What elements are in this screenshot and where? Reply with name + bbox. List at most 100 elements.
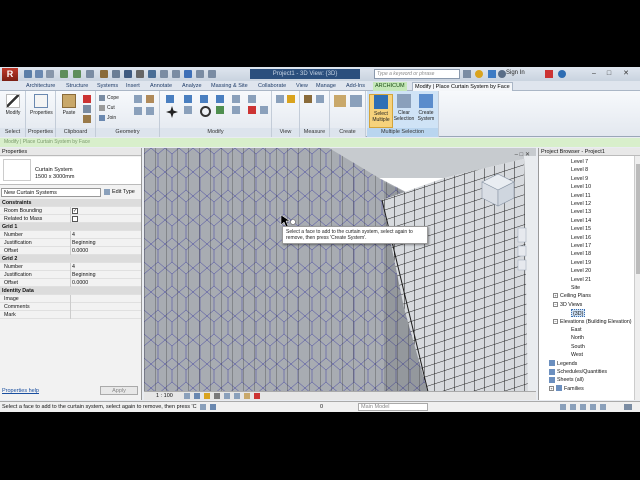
tab-analyze[interactable]: Analyze bbox=[182, 82, 202, 91]
shadows-icon[interactable] bbox=[214, 393, 220, 399]
delete-icon[interactable] bbox=[248, 106, 256, 114]
browser-item-families[interactable]: + Families bbox=[549, 385, 584, 393]
mirror-draw-icon[interactable] bbox=[216, 95, 224, 103]
tab-systems[interactable]: Systems bbox=[97, 82, 118, 91]
align-icon[interactable] bbox=[166, 95, 174, 103]
select-pinned-icon[interactable] bbox=[580, 404, 586, 410]
property-category[interactable]: Identity Data bbox=[0, 287, 141, 295]
worksets-icon[interactable] bbox=[200, 404, 206, 410]
sun-path-icon[interactable] bbox=[204, 393, 210, 399]
browser-item-3d-views[interactable]: −3D Views bbox=[553, 301, 582, 309]
panel-select-label[interactable]: Select bbox=[0, 128, 25, 137]
rotate-icon[interactable] bbox=[200, 106, 211, 117]
3d-view-icon[interactable] bbox=[148, 70, 156, 78]
browser-item-level[interactable]: Level 10 bbox=[571, 183, 591, 191]
browser-item-level[interactable]: Level 14 bbox=[571, 217, 591, 225]
move-icon[interactable] bbox=[166, 106, 178, 118]
thin-lines-icon[interactable] bbox=[172, 70, 180, 78]
browser-item-sheets[interactable]: Sheets (all) bbox=[549, 376, 584, 384]
tab-annotate[interactable]: Annotate bbox=[150, 82, 172, 91]
paste-button[interactable]: Paste bbox=[58, 94, 80, 116]
search-icon[interactable] bbox=[463, 70, 471, 78]
pin-icon[interactable] bbox=[260, 106, 268, 114]
property-value[interactable]: 4 bbox=[72, 263, 75, 271]
sign-in-button[interactable]: Sign In bbox=[506, 70, 525, 76]
property-value[interactable]: 4 bbox=[72, 231, 75, 239]
copy-element-icon[interactable] bbox=[184, 106, 192, 114]
select-links-icon[interactable] bbox=[560, 404, 566, 410]
browser-item-legends[interactable]: Legends bbox=[549, 360, 577, 368]
property-row[interactable]: Justification Beginning bbox=[0, 239, 141, 247]
browser-item-level[interactable]: Level 20 bbox=[571, 267, 591, 275]
create-system-button[interactable]: Create System bbox=[415, 94, 437, 122]
sync-icon[interactable] bbox=[46, 70, 54, 78]
browser-item-level[interactable]: Level 9 bbox=[571, 175, 588, 183]
trim-icon[interactable] bbox=[216, 106, 224, 114]
create-assembly-icon[interactable] bbox=[334, 95, 346, 107]
detail-level-icon[interactable] bbox=[184, 393, 190, 399]
tab-insert[interactable]: Insert bbox=[126, 82, 140, 91]
close-hidden-windows-icon[interactable] bbox=[184, 70, 192, 78]
tab-structure[interactable]: Structure bbox=[66, 82, 88, 91]
browser-item-schedules[interactable]: Schedules/Quantities bbox=[549, 368, 607, 376]
property-row[interactable]: Justification Beginning bbox=[0, 271, 141, 279]
array-icon[interactable] bbox=[232, 106, 240, 114]
property-row[interactable]: Image bbox=[0, 295, 141, 303]
browser-item-level[interactable]: Level 12 bbox=[571, 200, 591, 208]
expand-toggle-icon[interactable]: − bbox=[553, 318, 558, 324]
tab-collaborate[interactable]: Collaborate bbox=[258, 82, 286, 91]
drag-elements-icon[interactable] bbox=[600, 404, 606, 410]
property-row[interactable]: Number 4 bbox=[0, 231, 141, 239]
tab-add-ins[interactable]: Add-Ins bbox=[346, 82, 365, 91]
browser-item-elevation[interactable]: West bbox=[571, 351, 583, 359]
join-button[interactable]: Join bbox=[99, 114, 116, 122]
print-icon[interactable] bbox=[86, 70, 94, 78]
tab-architecture[interactable]: Architecture bbox=[26, 82, 55, 91]
user-icon[interactable] bbox=[498, 70, 506, 78]
aligned-dimension-icon[interactable] bbox=[316, 95, 324, 103]
mirror-icon[interactable] bbox=[200, 95, 208, 103]
split-face-icon[interactable] bbox=[134, 95, 142, 103]
temporary-hide-icon[interactable] bbox=[244, 393, 250, 399]
browser-item-3d-view[interactable]: {3D} bbox=[571, 309, 586, 318]
property-row[interactable]: Related to Mass bbox=[0, 215, 141, 223]
property-value[interactable]: Beginning bbox=[72, 239, 96, 247]
tab-view[interactable]: View bbox=[296, 82, 308, 91]
cut-icon[interactable] bbox=[83, 95, 91, 103]
browser-item-ceiling-plans[interactable]: + Ceiling Plans bbox=[553, 292, 591, 300]
dimension-icon[interactable] bbox=[112, 70, 120, 78]
property-row[interactable]: Mark bbox=[0, 311, 141, 319]
property-checkbox[interactable] bbox=[72, 216, 78, 222]
switch-windows-icon[interactable] bbox=[196, 70, 204, 78]
browser-item-elevation[interactable]: East bbox=[571, 326, 582, 334]
design-options-icon[interactable] bbox=[210, 404, 216, 410]
property-row[interactable]: Room Bounding ✓ bbox=[0, 207, 141, 215]
select-by-face-icon[interactable] bbox=[590, 404, 596, 410]
navigation-bar[interactable] bbox=[517, 227, 527, 271]
undo-icon[interactable] bbox=[60, 70, 68, 78]
tab-massing-site[interactable]: Massing & Site bbox=[211, 82, 248, 91]
browser-item-level[interactable]: Site bbox=[571, 284, 580, 292]
tab-archicum[interactable]: ARCHICUM bbox=[373, 82, 407, 91]
curtain-wall-model[interactable] bbox=[144, 148, 536, 400]
property-category[interactable]: Grid 1 bbox=[0, 223, 141, 231]
tab-manage[interactable]: Manage bbox=[316, 82, 336, 91]
subscription-icon[interactable] bbox=[475, 70, 483, 78]
property-row[interactable]: Comments bbox=[0, 303, 141, 311]
properties-button[interactable]: Properties bbox=[30, 94, 53, 116]
redo-icon[interactable] bbox=[73, 70, 81, 78]
split-icon[interactable] bbox=[232, 95, 240, 103]
measure-tool-icon[interactable] bbox=[304, 95, 312, 103]
override-graphics-icon[interactable] bbox=[287, 95, 295, 103]
instance-filter-dropdown[interactable]: New Curtain Systems bbox=[1, 188, 101, 197]
property-category[interactable]: Constraints bbox=[0, 199, 141, 207]
browser-item-level[interactable]: Level 19 bbox=[571, 259, 591, 267]
qat-dropdown-icon[interactable] bbox=[208, 70, 216, 78]
wall-joins-icon[interactable] bbox=[134, 107, 142, 115]
paint-icon[interactable] bbox=[146, 95, 154, 103]
3d-viewport[interactable]: Select a face to add to the curtain syst… bbox=[144, 148, 536, 400]
cope-button[interactable]: Cope bbox=[99, 94, 119, 102]
browser-item-level[interactable]: Level 13 bbox=[571, 208, 591, 216]
property-value[interactable]: 0.0000 bbox=[72, 247, 88, 255]
properties-help-link[interactable]: Properties help bbox=[2, 388, 39, 394]
